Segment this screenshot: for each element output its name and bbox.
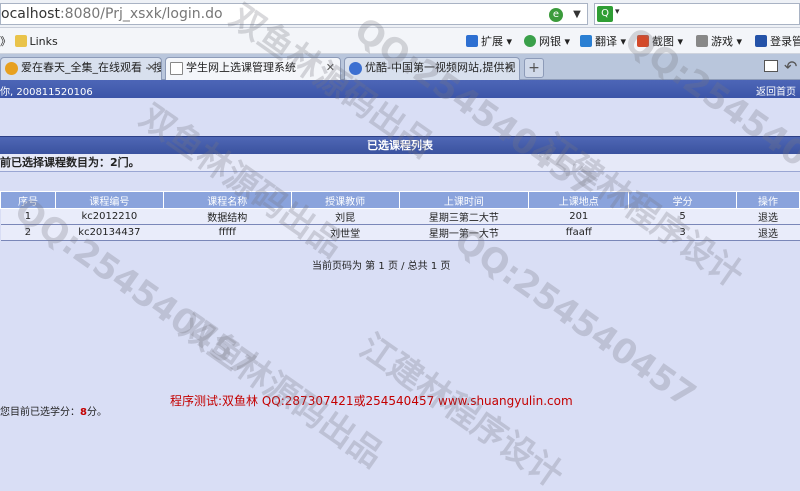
key-icon [755,35,767,47]
col-header: 上课时间 [398,191,530,209]
toolbar-games[interactable]: 游戏 ▾ [696,33,742,49]
col-header: 课程名称 [162,191,292,209]
toolbar-extensions[interactable]: 扩展 ▾ [466,33,512,49]
table-row: 1 kc2012210 数据结构 刘昆 星期三第二大节 201 5 退选 [0,208,800,225]
cell-teacher: 刘世堂 [291,224,399,241]
watermark: QQ:254540457 [447,220,703,416]
cell-location: ffaaff [528,224,629,241]
cell-time: 星期一第一大节 [399,224,529,241]
toolbar-screenshot[interactable]: 截图 ▾ [637,33,683,49]
list-title: 已选课程列表 [0,136,800,154]
translate-icon [580,35,592,47]
watermark: 双鱼林源码出品 [172,306,391,476]
extensions-icon [466,35,478,47]
toolbar-translate[interactable]: 翻译 ▾ [580,33,626,49]
page-header-bar: 你, 200811520106 返回首页 [0,80,800,98]
col-header: 授课教师 [290,191,400,209]
folder-icon: 》 [0,35,11,48]
url-text: ocalhost:8080/Prj_xsxk/login.do [1,6,223,22]
table-row: 2 kc20134437 fffff 刘世堂 星期一第一大节 ffaaff 3 … [0,224,800,241]
scissors-icon [637,35,649,47]
total-pages: 1 [430,261,438,272]
home-link[interactable]: 返回首页 [756,83,796,98]
compat-mode-icon[interactable]: e [549,8,563,22]
new-tab-button[interactable]: + [524,58,544,78]
url-path: :8080/Prj_xsxk/login.do [59,6,223,22]
shield-icon [524,35,536,47]
page-icon [170,62,183,75]
col-header: 学分 [628,191,738,209]
cell-course-name: fffff [163,224,292,241]
col-header: 课程编号 [54,191,164,209]
table-header-row: 序号 课程编号 课程名称 授课教师 上课时间 上课地点 学分 操作 [0,191,800,209]
back-arrow-icon[interactable]: ↶ [784,57,797,76]
cell-location: 201 [528,208,629,225]
welcome-text: 你, 200811520106 [0,87,93,98]
bookmarks-toolbar: 》 Links 扩展 ▾ 网银 ▾ 翻译 ▾ 截图 ▾ 游戏 ▾ 登录管 [0,28,800,54]
col-header: 操作 [736,191,800,209]
cell-index: 2 [0,224,56,241]
cell-course-name: 数据结构 [163,208,292,225]
toolbar-bank[interactable]: 网银 ▾ [524,33,570,49]
close-icon[interactable]: ✕ [326,58,335,78]
cell-course-code: kc20134437 [55,224,164,241]
site-favicon [5,62,18,75]
tab-course-system[interactable]: 学生网上选课管理系统 ✕ [165,57,341,81]
tab-strip: 爱在春天_全集_在线观看 - 搜 ✕ 学生网上选课管理系统 ✕ 优酷-中国第一视… [0,54,800,81]
col-header: 上课地点 [528,191,630,209]
current-page: 1 [378,261,385,272]
contact-info: 程序测试:双鱼林 QQ:287307421或254540457 www.shua… [170,394,573,408]
tab-youku[interactable]: 优酷-中国第一视频网站,提供视 ✕ [344,57,520,80]
chevron-down-icon[interactable]: ▼ [569,8,585,22]
links-folder[interactable]: 》 Links [0,33,58,49]
close-icon[interactable]: ✕ [505,58,514,78]
credits-summary: 您目前已选学分：8分。 [0,407,107,418]
search-engine-icon[interactable]: Q [597,6,613,22]
url-host: ocalhost [1,6,60,22]
close-icon[interactable]: ✕ [147,58,156,78]
credits-value: 8 [80,407,87,418]
pager: 当前页码为 第 1 页 / 总共 1 页 [312,261,451,272]
withdraw-link[interactable]: 退选 [736,208,800,225]
cell-credit: 3 [628,224,737,241]
search-box[interactable]: Q ▾ [594,3,800,25]
gamepad-icon [696,35,708,47]
address-bar[interactable]: ocalhost:8080/Prj_xsxk/login.do e ▼ [0,3,588,25]
col-header: 序号 [0,191,56,209]
play-icon [349,62,362,75]
course-table: 序号 课程编号 课程名称 授课教师 上课时间 上课地点 学分 操作 1 kc20… [0,191,800,241]
cell-teacher: 刘昆 [291,208,399,225]
cell-index: 1 [0,208,56,225]
cell-time: 星期三第二大节 [399,208,529,225]
course-count: 前已选择课程数目为：2门。 [0,154,800,172]
cell-credit: 5 [628,208,737,225]
withdraw-link[interactable]: 退选 [736,224,800,241]
cell-course-code: kc2012210 [55,208,164,225]
restore-window-icon[interactable] [764,60,778,72]
toolbar-login[interactable]: 登录管 [755,33,800,49]
folder-icon [14,35,27,47]
address-bar-row: ocalhost:8080/Prj_xsxk/login.do e ▼ Q ▾ [0,0,800,28]
chevron-down-icon[interactable]: ▾ [615,7,620,17]
tab-video[interactable]: 爱在春天_全集_在线观看 - 搜 ✕ [0,57,162,80]
